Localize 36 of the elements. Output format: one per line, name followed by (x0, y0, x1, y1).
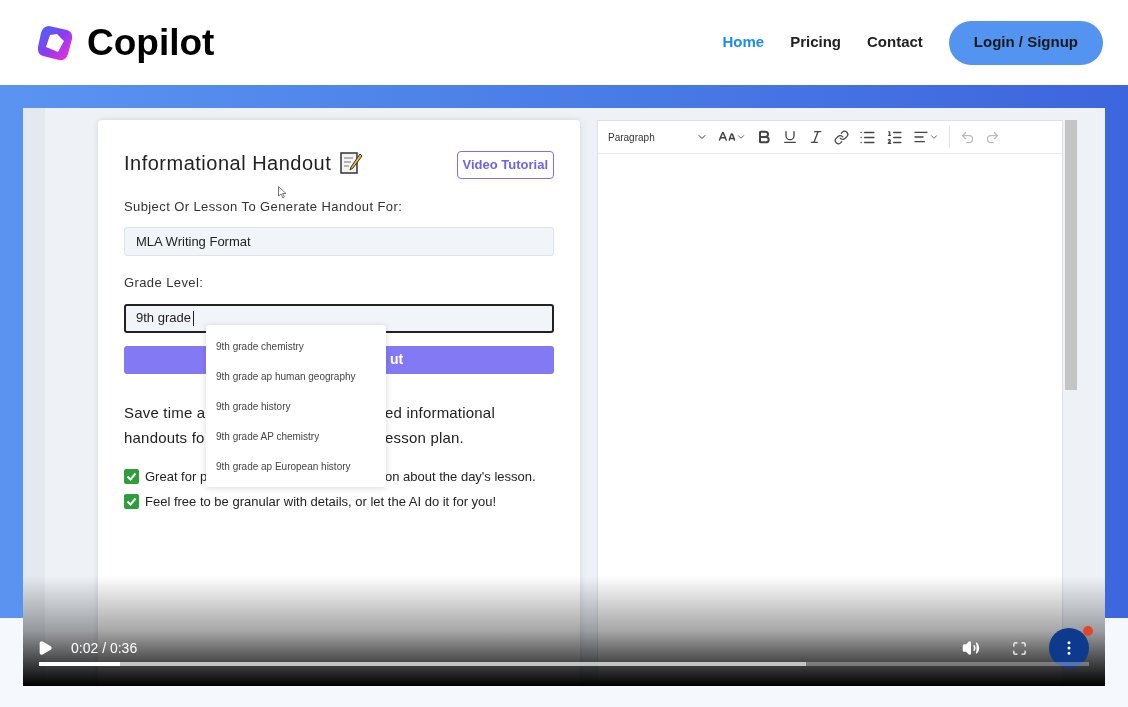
nav-link[interactable]: Pricing (777, 31, 854, 54)
suggestion-item[interactable]: 9th grade chemistry (206, 331, 386, 361)
field-label: Subject Or Lesson To Generate Handout For: (124, 197, 404, 216)
memo-icon (339, 151, 364, 175)
description-text: esson plan. (385, 428, 465, 448)
description-text: Save time a (124, 402, 206, 423)
play-icon[interactable] (37, 640, 53, 656)
underline-icon[interactable] (782, 129, 798, 145)
bullet-text: Feel free to be granular with details, or let the AI do it for you! (145, 494, 497, 509)
suggestion-item[interactable]: 9th grade ap human geography (206, 361, 386, 391)
paragraph-dropdown[interactable]: Paragraph (608, 129, 708, 145)
login-button[interactable]: Login / Signup (948, 20, 1103, 65)
suggestion-item[interactable]: 9th grade AP chemistry (206, 421, 386, 451)
description-text: handouts fo (124, 428, 205, 448)
logo-text: Copilot (87, 20, 215, 65)
field-label: Grade Level: (124, 274, 205, 292)
cursor-icon (278, 186, 287, 199)
suggestion-item[interactable]: 9th grade history (206, 391, 386, 421)
video-tutorial-button[interactable]: Video Tutorial (456, 151, 554, 179)
progress-track[interactable] (39, 662, 1089, 666)
description-text: ed informational (385, 402, 496, 423)
fullscreen-icon[interactable] (1012, 640, 1027, 656)
numbered-list-icon[interactable] (886, 128, 903, 146)
volume-icon[interactable] (962, 639, 980, 657)
bullet-text: on about the day's lesson. (385, 467, 536, 486)
time-display: 0:02 / 0:36 (71, 638, 138, 658)
scrollbar[interactable] (1065, 120, 1077, 390)
align-icon[interactable] (913, 129, 939, 145)
form-title: Informational Handout (124, 151, 332, 176)
video-player[interactable] (23, 108, 1105, 686)
nav-link[interactable]: Contact (854, 31, 936, 54)
link-icon[interactable] (834, 129, 849, 145)
bold-icon[interactable] (756, 129, 772, 145)
suggestion-item[interactable]: 9th grade ap European history (206, 451, 386, 481)
italic-icon[interactable] (808, 129, 824, 145)
subject-field[interactable]: MLA Writing Format (124, 227, 554, 256)
